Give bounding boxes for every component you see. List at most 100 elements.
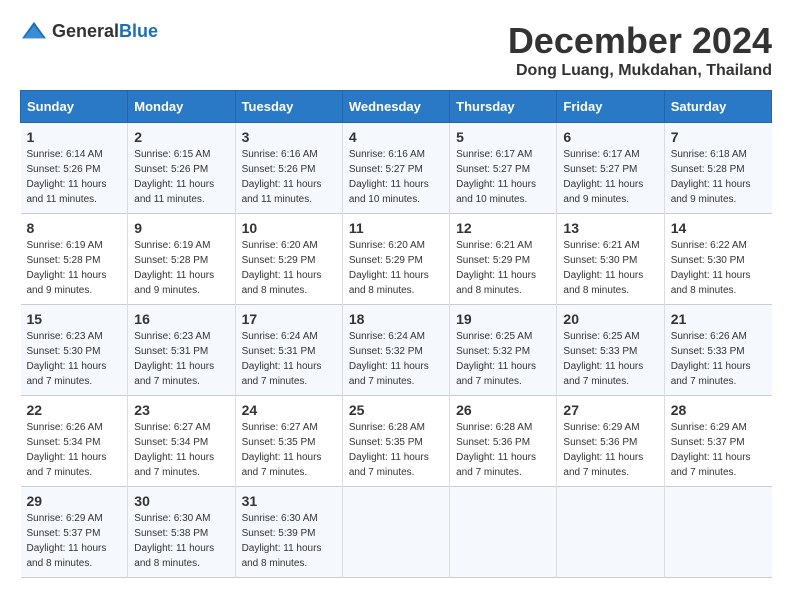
day-number: 5	[456, 129, 550, 145]
calendar-day: 9 Sunrise: 6:19 AMSunset: 5:28 PMDaylight…	[128, 214, 235, 305]
day-number: 8	[27, 220, 122, 236]
calendar-day: 31 Sunrise: 6:30 AMSunset: 5:39 PMDayligh…	[235, 487, 342, 578]
day-detail: Sunrise: 6:21 AMSunset: 5:30 PMDaylight:…	[563, 238, 657, 298]
calendar-day: 3 Sunrise: 6:16 AMSunset: 5:26 PMDaylight…	[235, 123, 342, 214]
day-number: 18	[349, 311, 443, 327]
day-number: 2	[134, 129, 228, 145]
calendar-day: 13 Sunrise: 6:21 AMSunset: 5:30 PMDayligh…	[557, 214, 664, 305]
day-detail: Sunrise: 6:20 AMSunset: 5:29 PMDaylight:…	[242, 238, 336, 298]
day-detail: Sunrise: 6:25 AMSunset: 5:32 PMDaylight:…	[456, 329, 550, 389]
day-number: 31	[242, 493, 336, 509]
calendar-day: 5Sunrise: 6:17 AMSunset: 5:27 PMDaylight…	[450, 123, 557, 214]
calendar-day	[450, 487, 557, 578]
calendar-day: 4Sunrise: 6:16 AMSunset: 5:27 PMDaylight…	[342, 123, 449, 214]
calendar-day: 20 Sunrise: 6:25 AMSunset: 5:33 PMDayligh…	[557, 305, 664, 396]
calendar-day: 1 Sunrise: 6:14 AMSunset: 5:26 PMDaylight…	[21, 123, 128, 214]
calendar-day: 25 Sunrise: 6:28 AMSunset: 5:35 PMDayligh…	[342, 396, 449, 487]
day-detail: Sunrise: 6:18 AMSunset: 5:28 PMDaylight:…	[671, 147, 766, 207]
col-wednesday: Wednesday	[342, 91, 449, 123]
location-title: Dong Luang, Mukdahan, Thailand	[508, 62, 772, 80]
calendar-week-1: 1 Sunrise: 6:14 AMSunset: 5:26 PMDaylight…	[21, 123, 772, 214]
calendar-day: 8 Sunrise: 6:19 AMSunset: 5:28 PMDaylight…	[21, 214, 128, 305]
calendar-day: 21 Sunrise: 6:26 AMSunset: 5:33 PMDayligh…	[664, 305, 771, 396]
col-thursday: Thursday	[450, 91, 557, 123]
col-monday: Monday	[128, 91, 235, 123]
calendar-day: 29Sunrise: 6:29 AMSunset: 5:37 PMDayligh…	[21, 487, 128, 578]
day-detail: Sunrise: 6:19 AMSunset: 5:28 PMDaylight:…	[27, 238, 122, 298]
day-detail: Sunrise: 6:19 AMSunset: 5:28 PMDaylight:…	[134, 238, 228, 298]
header-row: Sunday Monday Tuesday Wednesday Thursday…	[21, 91, 772, 123]
calendar-day: 24 Sunrise: 6:27 AMSunset: 5:35 PMDayligh…	[235, 396, 342, 487]
calendar-day: 27Sunrise: 6:29 AMSunset: 5:36 PMDayligh…	[557, 396, 664, 487]
day-detail: Sunrise: 6:14 AMSunset: 5:26 PMDaylight:…	[27, 147, 122, 207]
day-number: 3	[242, 129, 336, 145]
day-number: 17	[242, 311, 336, 327]
calendar-day: 19 Sunrise: 6:25 AMSunset: 5:32 PMDayligh…	[450, 305, 557, 396]
calendar-day: 28 Sunrise: 6:29 AMSunset: 5:37 PMDayligh…	[664, 396, 771, 487]
day-number: 19	[456, 311, 550, 327]
title-area: December 2024 Dong Luang, Mukdahan, Thai…	[508, 20, 772, 80]
day-detail: Sunrise: 6:23 AMSunset: 5:30 PMDaylight:…	[27, 329, 122, 389]
day-detail: Sunrise: 6:29 AMSunset: 5:37 PMDaylight:…	[27, 511, 122, 571]
day-detail: Sunrise: 6:16 AMSunset: 5:26 PMDaylight:…	[242, 147, 336, 207]
day-number: 4	[349, 129, 443, 145]
logo-icon	[20, 20, 48, 42]
day-number: 21	[671, 311, 766, 327]
day-detail: Sunrise: 6:28 AMSunset: 5:35 PMDaylight:…	[349, 420, 443, 480]
day-detail: Sunrise: 6:28 AMSunset: 5:36 PMDaylight:…	[456, 420, 550, 480]
logo: GeneralBlue	[20, 20, 158, 42]
calendar-day: 26 Sunrise: 6:28 AMSunset: 5:36 PMDayligh…	[450, 396, 557, 487]
day-number: 26	[456, 402, 550, 418]
calendar-day: 10 Sunrise: 6:20 AMSunset: 5:29 PMDayligh…	[235, 214, 342, 305]
calendar-day: 11 Sunrise: 6:20 AMSunset: 5:29 PMDayligh…	[342, 214, 449, 305]
day-number: 13	[563, 220, 657, 236]
day-number: 6	[563, 129, 657, 145]
day-number: 10	[242, 220, 336, 236]
calendar-day: 23 Sunrise: 6:27 AMSunset: 5:34 PMDayligh…	[128, 396, 235, 487]
day-detail: Sunrise: 6:24 AMSunset: 5:32 PMDaylight:…	[349, 329, 443, 389]
day-detail: Sunrise: 6:27 AMSunset: 5:34 PMDaylight:…	[134, 420, 228, 480]
col-sunday: Sunday	[21, 91, 128, 123]
day-detail: Sunrise: 6:30 AMSunset: 5:38 PMDaylight:…	[134, 511, 228, 571]
day-detail: Sunrise: 6:22 AMSunset: 5:30 PMDaylight:…	[671, 238, 766, 298]
day-detail: Sunrise: 6:27 AMSunset: 5:35 PMDaylight:…	[242, 420, 336, 480]
day-number: 24	[242, 402, 336, 418]
calendar-day: 12Sunrise: 6:21 AMSunset: 5:29 PMDayligh…	[450, 214, 557, 305]
calendar-table: Sunday Monday Tuesday Wednesday Thursday…	[20, 90, 772, 578]
day-number: 9	[134, 220, 228, 236]
calendar-day: 18 Sunrise: 6:24 AMSunset: 5:32 PMDayligh…	[342, 305, 449, 396]
day-number: 14	[671, 220, 766, 236]
day-detail: Sunrise: 6:25 AMSunset: 5:33 PMDaylight:…	[563, 329, 657, 389]
day-detail: Sunrise: 6:24 AMSunset: 5:31 PMDaylight:…	[242, 329, 336, 389]
day-detail: Sunrise: 6:29 AMSunset: 5:37 PMDaylight:…	[671, 420, 766, 480]
day-detail: Sunrise: 6:26 AMSunset: 5:33 PMDaylight:…	[671, 329, 766, 389]
calendar-day: 2Sunrise: 6:15 AMSunset: 5:26 PMDaylight…	[128, 123, 235, 214]
day-number: 25	[349, 402, 443, 418]
day-number: 1	[27, 129, 122, 145]
calendar-day: 6Sunrise: 6:17 AMSunset: 5:27 PMDaylight…	[557, 123, 664, 214]
month-title: December 2024	[508, 20, 772, 62]
day-detail: Sunrise: 6:20 AMSunset: 5:29 PMDaylight:…	[349, 238, 443, 298]
day-number: 16	[134, 311, 228, 327]
day-number: 11	[349, 220, 443, 236]
day-detail: Sunrise: 6:30 AMSunset: 5:39 PMDaylight:…	[242, 511, 336, 571]
calendar-week-4: 22Sunrise: 6:26 AMSunset: 5:34 PMDayligh…	[21, 396, 772, 487]
logo-blue: Blue	[119, 21, 158, 41]
calendar-day	[664, 487, 771, 578]
col-saturday: Saturday	[664, 91, 771, 123]
day-number: 23	[134, 402, 228, 418]
day-number: 12	[456, 220, 550, 236]
calendar-week-2: 8 Sunrise: 6:19 AMSunset: 5:28 PMDaylight…	[21, 214, 772, 305]
day-number: 28	[671, 402, 766, 418]
calendar-day: 14 Sunrise: 6:22 AMSunset: 5:30 PMDayligh…	[664, 214, 771, 305]
calendar-day: 7Sunrise: 6:18 AMSunset: 5:28 PMDaylight…	[664, 123, 771, 214]
calendar-week-5: 29Sunrise: 6:29 AMSunset: 5:37 PMDayligh…	[21, 487, 772, 578]
calendar-week-3: 15Sunrise: 6:23 AMSunset: 5:30 PMDayligh…	[21, 305, 772, 396]
logo-general: General	[52, 21, 119, 41]
calendar-day: 22Sunrise: 6:26 AMSunset: 5:34 PMDayligh…	[21, 396, 128, 487]
day-detail: Sunrise: 6:26 AMSunset: 5:34 PMDaylight:…	[27, 420, 122, 480]
day-detail: Sunrise: 6:23 AMSunset: 5:31 PMDaylight:…	[134, 329, 228, 389]
calendar-day: 30Sunrise: 6:30 AMSunset: 5:38 PMDayligh…	[128, 487, 235, 578]
calendar-day	[557, 487, 664, 578]
day-number: 20	[563, 311, 657, 327]
